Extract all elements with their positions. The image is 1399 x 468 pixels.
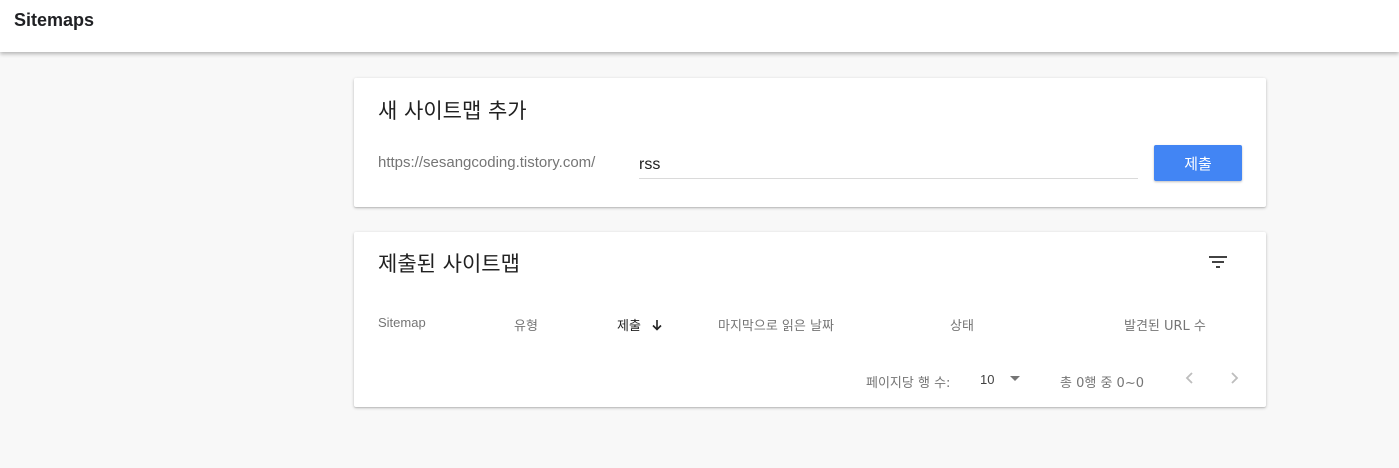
column-header-sitemap[interactable]: Sitemap <box>378 315 426 330</box>
chevron-left-icon[interactable] <box>1178 366 1202 390</box>
add-sitemap-card: 새 사이트맵 추가 https://sesangcoding.tistory.c… <box>354 78 1266 207</box>
column-header-type[interactable]: 유형 <box>514 315 538 334</box>
column-header-discovered-urls[interactable]: 발견된 URL 수 <box>1124 315 1206 334</box>
rows-per-page-select[interactable]: 10 <box>980 369 1026 391</box>
rows-per-page-value: 10 <box>980 372 995 387</box>
page-title: Sitemaps <box>14 10 95 30</box>
sitemap-url-input[interactable] <box>639 152 1138 179</box>
chevron-right-icon[interactable] <box>1222 366 1246 390</box>
rows-per-page-label: 페이지당 행 수: <box>866 376 951 391</box>
arrow-downward-icon <box>651 319 663 335</box>
dropdown-caret-icon <box>1010 376 1020 381</box>
top-bar: Sitemaps <box>0 0 1399 52</box>
submitted-sitemaps-card: 제출된 사이트맵 Sitemap 유형 제출 마지막으로 읽은 날짜 상태 발견… <box>354 232 1266 407</box>
column-header-submitted-label: 제출 <box>617 319 641 334</box>
filter-list-icon[interactable] <box>1206 250 1230 274</box>
pagination-range: 총 0행 중 0~0 <box>1060 376 1144 391</box>
column-header-last-read[interactable]: 마지막으로 읽은 날짜 <box>718 315 834 334</box>
url-prefix: https://sesangcoding.tistory.com/ <box>378 154 596 171</box>
column-header-status[interactable]: 상태 <box>950 315 974 334</box>
submit-button[interactable]: 제출 <box>1154 145 1242 181</box>
add-sitemap-title: 새 사이트맵 추가 <box>378 99 527 123</box>
submitted-sitemaps-title: 제출된 사이트맵 <box>378 252 520 276</box>
column-header-submitted[interactable]: 제출 <box>617 315 663 335</box>
